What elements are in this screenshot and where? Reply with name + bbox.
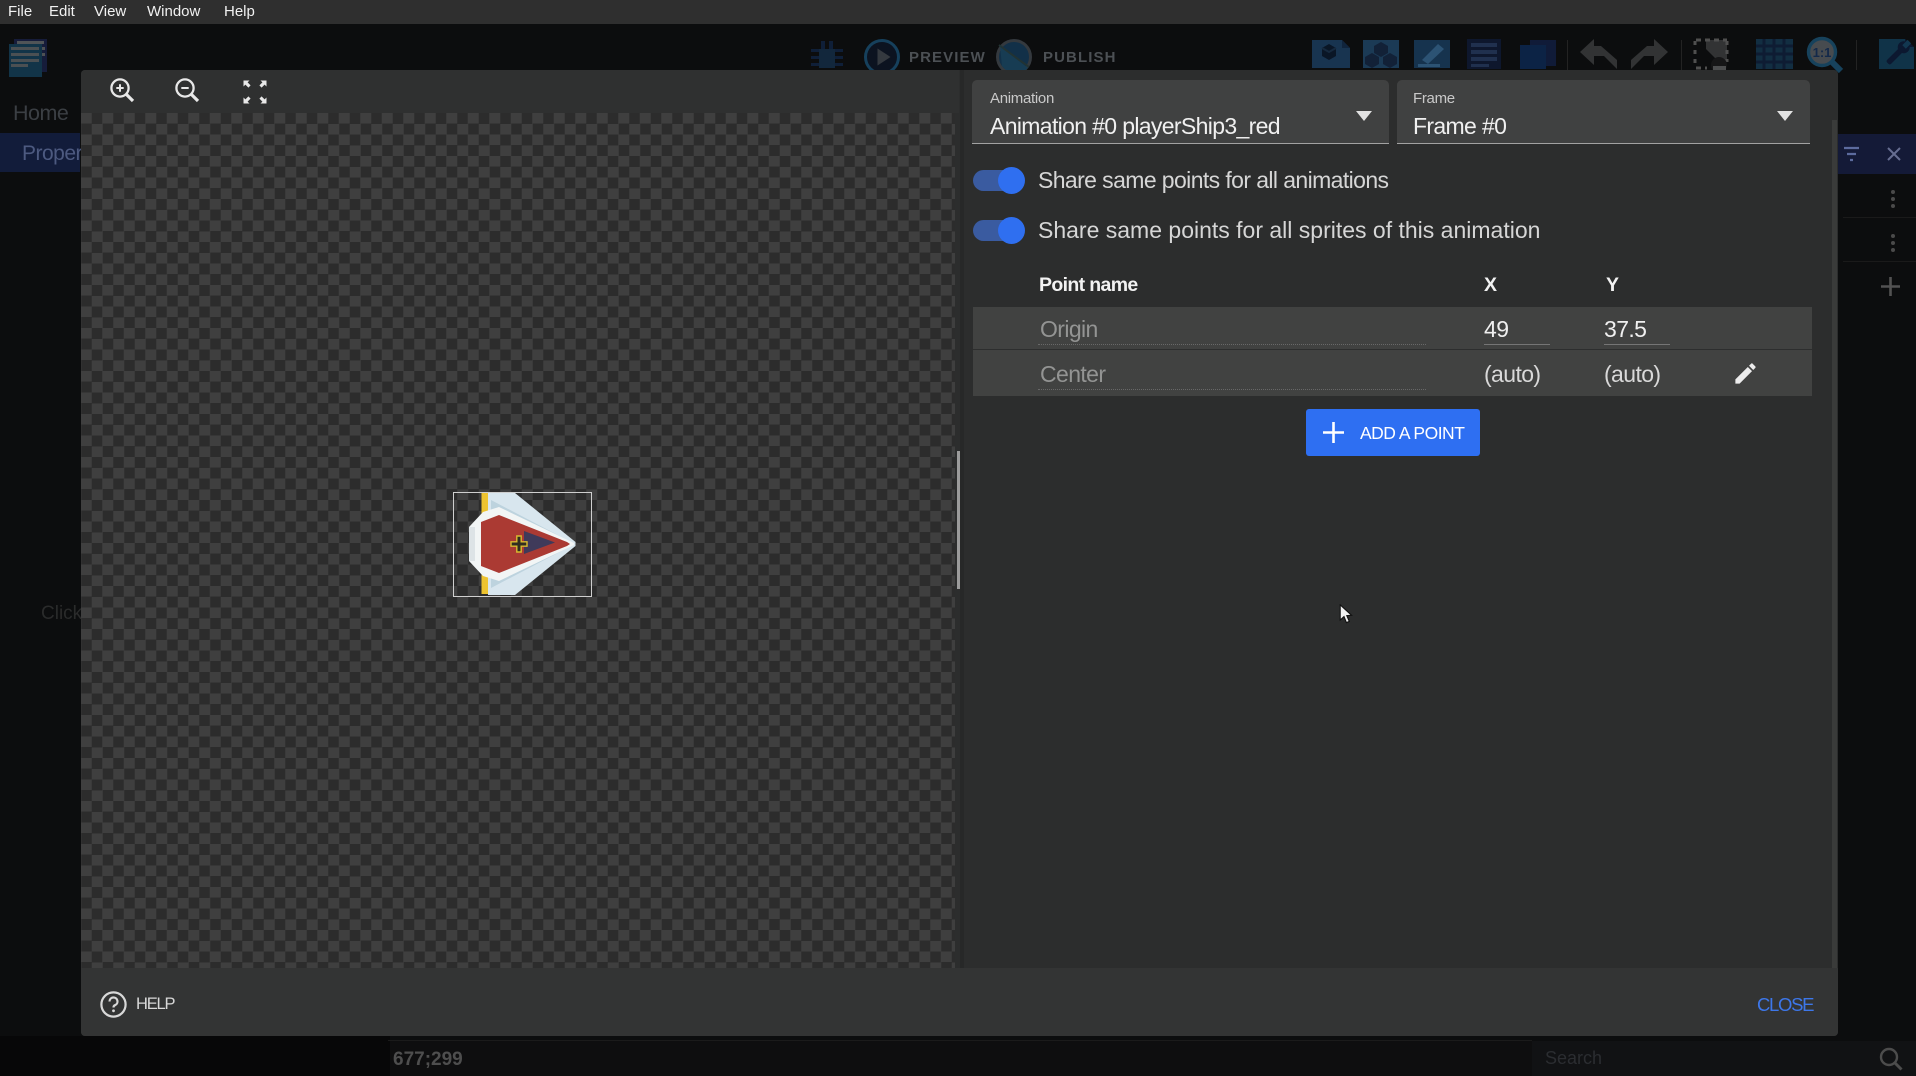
- svg-text:1:1: 1:1: [1813, 45, 1832, 60]
